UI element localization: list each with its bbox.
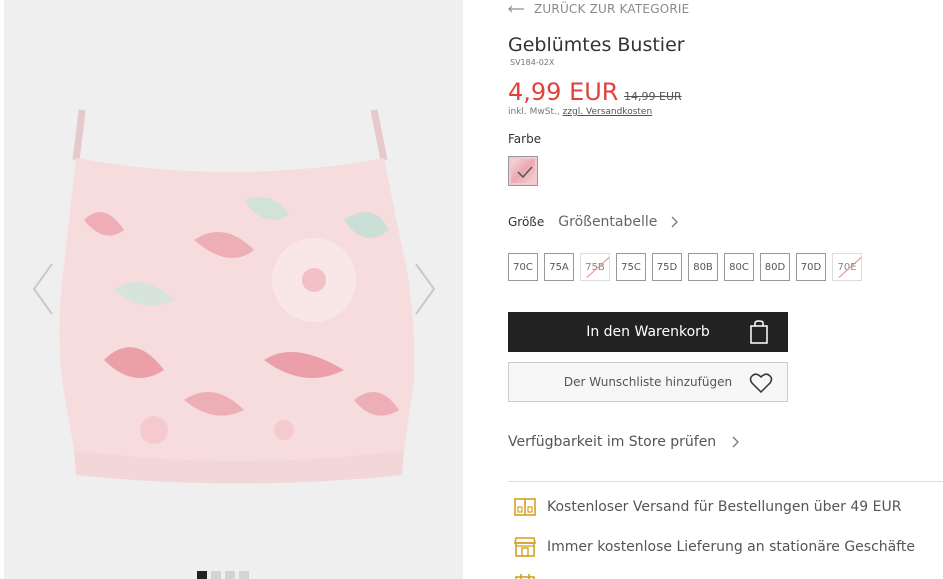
size-option-label: 80B: [693, 261, 713, 273]
calendar-icon: [512, 572, 538, 579]
size-option-label: 75B: [585, 261, 605, 273]
arrow-left-icon: [508, 5, 524, 13]
product-sku: SV184-02X: [510, 58, 555, 67]
gallery-dot[interactable]: [197, 571, 207, 579]
shipping-box-icon: [512, 494, 538, 520]
benefit-store-delivery: Immer kostenlose Lieferung an stationäre…: [512, 534, 915, 560]
size-option[interactable]: 70C: [508, 253, 538, 281]
store-availability-label: Verfügbarkeit im Store prüfen: [508, 434, 717, 450]
benefit-partial-icon: [512, 572, 547, 579]
tax-prefix: inkl. MwSt.,: [508, 107, 560, 117]
size-option-label: 80C: [729, 261, 749, 273]
size-option-label: 75C: [621, 261, 641, 273]
store-availability-link[interactable]: Verfügbarkeit im Store prüfen: [508, 434, 740, 450]
add-to-cart-button[interactable]: In den Warenkorb: [508, 312, 788, 352]
back-to-category-link[interactable]: ZURÜCK ZUR KATEGORIE: [508, 2, 689, 16]
old-price: 14,99 EUR: [624, 90, 682, 103]
color-label: Farbe: [508, 132, 542, 146]
benefit-free-shipping: Kostenloser Versand für Bestellungen übe…: [512, 494, 901, 520]
chevron-right-icon: [732, 436, 740, 448]
benefit-text: Immer kostenlose Lieferung an stationäre…: [547, 539, 916, 555]
size-option[interactable]: 80C: [724, 253, 754, 281]
size-header: Größe Größentabelle: [508, 214, 679, 230]
size-options: 70C 75A 75B 75C 75D 80B 80C 80D 70D 70E: [508, 253, 862, 281]
product-title: Geblümtes Bustier: [508, 34, 685, 56]
heart-icon: [749, 373, 773, 394]
size-option[interactable]: 70D: [796, 253, 826, 281]
add-to-cart-label: In den Warenkorb: [586, 324, 710, 340]
size-option-label: 80D: [764, 261, 786, 273]
checkmark-icon: [517, 166, 533, 178]
section-divider: [508, 481, 943, 482]
benefit-text: Kostenloser Versand für Bestellungen übe…: [547, 499, 902, 515]
size-option[interactable]: 75C: [616, 253, 646, 281]
size-option[interactable]: 80B: [688, 253, 718, 281]
add-to-wishlist-label: Der Wunschliste hinzufügen: [563, 375, 733, 389]
gallery-dot[interactable]: [225, 571, 235, 579]
size-option-label: 75D: [656, 261, 678, 273]
shipping-costs-link[interactable]: zzgl. Versandkosten: [563, 107, 653, 117]
size-option[interactable]: 75A: [544, 253, 574, 281]
product-image: [59, 109, 415, 484]
size-option-label: 70E: [837, 261, 857, 273]
gallery-pagination: [197, 571, 249, 579]
storefront-icon: [512, 534, 538, 560]
shopping-bag-icon: [750, 320, 768, 344]
product-gallery: [4, 0, 463, 579]
size-label: Größe: [508, 215, 545, 229]
size-option-label: 75A: [549, 261, 569, 273]
gallery-dot[interactable]: [211, 571, 221, 579]
size-option-label: 70D: [800, 261, 822, 273]
tax-note: inkl. MwSt., zzgl. Versandkosten: [508, 107, 652, 117]
size-option-unavailable[interactable]: 75B: [580, 253, 610, 281]
gallery-dot[interactable]: [239, 571, 249, 579]
current-price: 4,99 EUR: [508, 78, 619, 106]
size-option[interactable]: 80D: [760, 253, 790, 281]
size-option-unavailable[interactable]: 70E: [832, 253, 862, 281]
color-swatch-fill: [511, 159, 535, 183]
size-option[interactable]: 75D: [652, 253, 682, 281]
chevron-right-icon[interactable]: [671, 216, 679, 228]
color-swatch-selected[interactable]: [508, 156, 538, 186]
back-label: ZURÜCK ZUR KATEGORIE: [534, 2, 690, 16]
add-to-wishlist-button[interactable]: Der Wunschliste hinzufügen: [508, 362, 788, 402]
size-chart-link[interactable]: Größentabelle: [558, 214, 657, 230]
size-option-label: 70C: [513, 261, 533, 273]
